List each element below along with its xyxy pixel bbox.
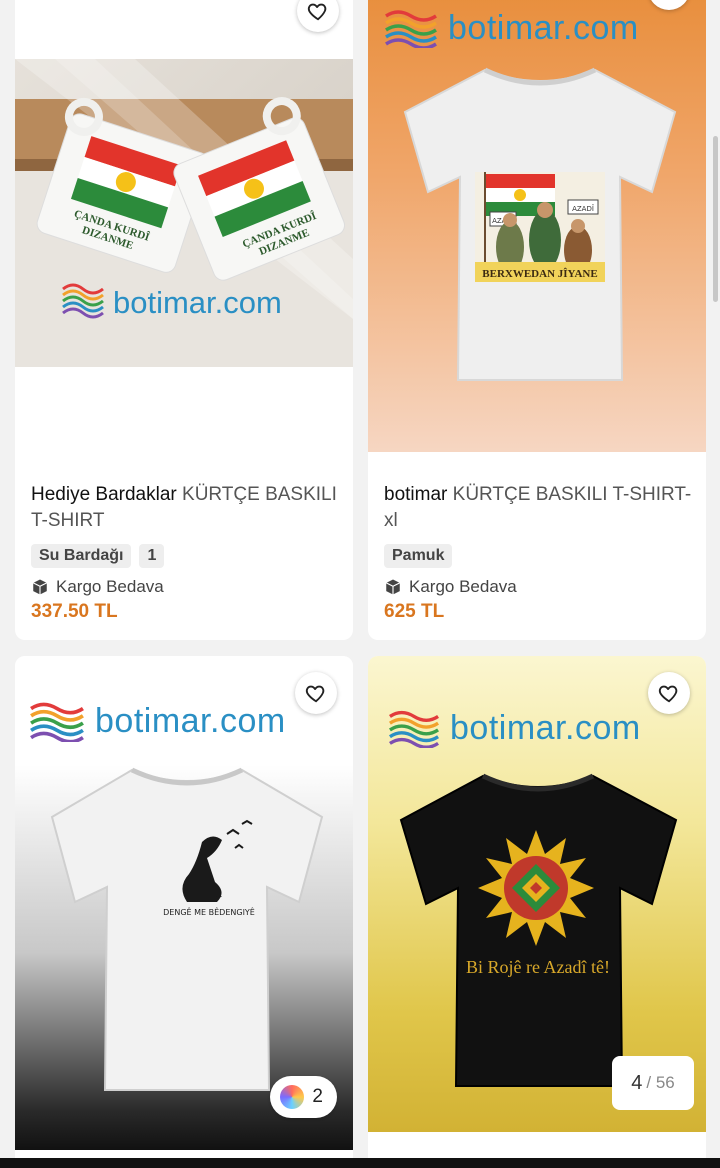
product-title[interactable]: Hediye Bardaklar KÜRTÇE BASKILI T-SHIRT xyxy=(31,482,341,534)
box-icon xyxy=(32,579,48,595)
brand-logo: botimar.com xyxy=(384,8,639,48)
attribute-chips: Pamuk xyxy=(384,544,694,568)
color-variants-badge[interactable]: 2 xyxy=(270,1076,337,1118)
heart-icon xyxy=(307,3,327,21)
botimar-logo-icon xyxy=(388,710,440,748)
product-card[interactable]: botimar.com AZADÎ AZADÎ BERXWEDAN JÎYANE xyxy=(368,0,706,640)
favorite-button[interactable] xyxy=(648,672,690,714)
product-image[interactable]: ÇANDA KURDÎ DIZANME ÇANDA KURDÎ DIZANME xyxy=(15,0,353,450)
heart-icon xyxy=(658,685,678,703)
box-icon xyxy=(385,579,401,595)
tshirt-image: DENGÊ ME BÊDENGIYÊ xyxy=(50,767,324,1091)
attribute-chips: Su Bardağı 1 xyxy=(31,544,341,568)
color-swatch-icon xyxy=(280,1085,305,1109)
botimar-logo-icon xyxy=(30,702,84,742)
chip: 1 xyxy=(139,544,165,568)
tshirt-image: Bi Rojê re Azadî tê! xyxy=(399,773,678,1087)
svg-text:BERXWEDAN JÎYANE: BERXWEDAN JÎYANE xyxy=(482,268,597,280)
svg-text:Bi Rojê re Azadî tê!: Bi Rojê re Azadî tê! xyxy=(466,957,610,977)
svg-text:DENGÊ ME BÊDENGIYÊ: DENGÊ ME BÊDENGIYÊ xyxy=(163,906,255,917)
product-image[interactable]: botimar.com DENGÊ ME BÊDENGIYÊ 2 xyxy=(15,656,353,1150)
free-shipping: Kargo Bedava xyxy=(384,577,694,597)
svg-text:AZADÎ: AZADÎ xyxy=(572,204,595,213)
mug-photo: ÇANDA KURDÎ DIZANME ÇANDA KURDÎ DIZANME xyxy=(15,59,353,367)
price: 337.50 TL xyxy=(31,601,118,622)
product-card[interactable]: botimar.com DENGÊ ME BÊDENGIYÊ 2 xyxy=(15,656,353,1168)
product-image[interactable]: botimar.com Bi Rojê re Azadî tê! 4 / 56 xyxy=(368,656,706,1132)
chip: Su Bardağı xyxy=(31,544,132,568)
svg-text:botimar.com: botimar.com xyxy=(113,285,282,320)
product-card[interactable]: ÇANDA KURDÎ DIZANME ÇANDA KURDÎ DIZANME xyxy=(15,0,353,640)
price: 625 TL xyxy=(384,601,445,622)
tshirt-image: AZADÎ AZADÎ BERXWEDAN JÎYANE xyxy=(403,67,677,381)
favorite-button[interactable] xyxy=(295,672,337,714)
product-info: botimar KÜRTÇE BASKILI T-SHIRT-xl Pamuk … xyxy=(384,482,694,623)
scrollbar[interactable] xyxy=(713,136,718,302)
brand-logo: botimar.com xyxy=(388,708,641,748)
product-image[interactable]: botimar.com AZADÎ AZADÎ BERXWEDAN JÎYANE xyxy=(368,0,706,452)
system-nav-bar xyxy=(0,1158,720,1168)
free-shipping: Kargo Bedava xyxy=(31,577,341,597)
brand-logo: botimar.com xyxy=(29,700,286,742)
product-info: Hediye Bardaklar KÜRTÇE BASKILI T-SHIRT … xyxy=(31,482,341,623)
botimar-logo-icon xyxy=(385,10,437,48)
product-card[interactable]: botimar.com Bi Rojê re Azadî tê! 4 / 56 xyxy=(368,656,706,1168)
image-pagination-badge: 4 / 56 xyxy=(612,1056,694,1110)
chip: Pamuk xyxy=(384,544,453,568)
heart-icon xyxy=(305,685,325,703)
product-title[interactable]: botimar KÜRTÇE BASKILI T-SHIRT-xl xyxy=(384,482,694,534)
favorite-button[interactable] xyxy=(648,0,690,10)
favorite-button[interactable] xyxy=(297,0,339,32)
